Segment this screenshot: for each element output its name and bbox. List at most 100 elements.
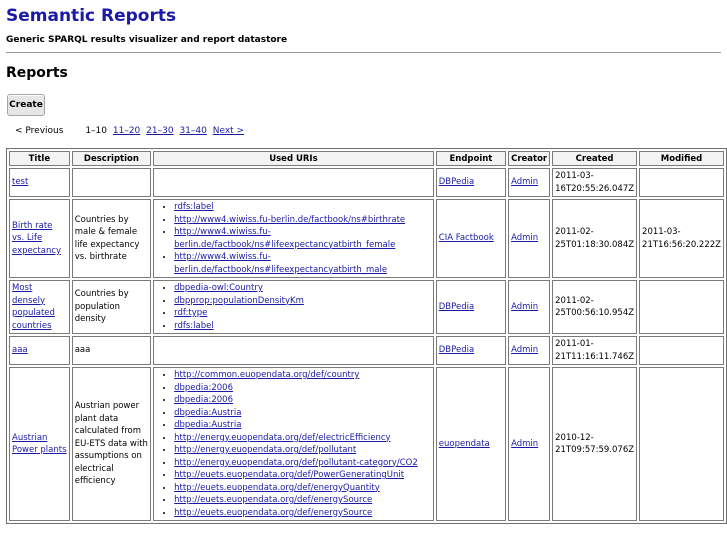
creator-cell: Admin xyxy=(508,367,551,521)
report-title-link[interactable]: Most densely populated countries xyxy=(12,283,55,331)
used-uris-cell: http://common.euopendata.org/def/country… xyxy=(153,367,434,521)
uri-link[interactable]: http://euets.euopendata.org/def/energySo… xyxy=(174,508,372,518)
creator-link[interactable]: Admin xyxy=(511,345,538,355)
column-header-title: Title xyxy=(9,151,70,166)
pagination-link-11-20[interactable]: 11–20 xyxy=(113,126,140,136)
endpoint-link[interactable]: euopendata xyxy=(439,439,490,449)
created-cell: 2011-02-25T01:18:30.084Z xyxy=(552,199,638,278)
report-title-link[interactable]: Birth rate vs. Life expectancy xyxy=(12,221,61,256)
uri-link[interactable]: http://www4.wiwiss.fu-berlin.de/factbook… xyxy=(174,215,405,225)
column-header-creator: Creator xyxy=(508,151,551,166)
uri-link[interactable]: http://common.euopendata.org/def/country xyxy=(174,370,359,380)
endpoint-cell: DBPedia xyxy=(435,280,507,334)
uri-link[interactable]: rdfs:label xyxy=(174,321,214,331)
uri-list: dbpedia-owl:Country dbpprop:populationDen… xyxy=(156,282,431,332)
table-header-row: Title Description Used URIs Endpoint Cre… xyxy=(9,151,724,166)
uri-list-item: http://euets.euopendata.org/def/energyQu… xyxy=(174,482,431,495)
table-row: Austrian Power plants Austrian power plan… xyxy=(9,367,724,521)
creator-cell: Admin xyxy=(508,280,551,334)
uri-link[interactable]: http://www4.wiwiss.fu-berlin.de/factbook… xyxy=(174,252,387,275)
uri-link[interactable]: http://euets.euopendata.org/def/PowerGen… xyxy=(174,470,404,480)
uri-link[interactable]: http://energy.euopendata.org/def/polluta… xyxy=(174,445,356,455)
uri-link[interactable]: dbpprop:populationDensityKm xyxy=(174,296,304,306)
uri-link[interactable]: http://www4.wiwiss.fu-berlin.de/factbook… xyxy=(174,227,395,250)
uri-link[interactable]: dbpedia:Austria xyxy=(174,420,241,430)
creator-link[interactable]: Admin xyxy=(511,177,538,187)
uri-link[interactable]: dbpedia:Austria xyxy=(174,408,241,418)
uri-link[interactable]: dbpedia:2006 xyxy=(174,395,233,405)
create-button[interactable]: Create xyxy=(7,94,45,116)
uri-link[interactable]: dbpedia:2006 xyxy=(174,383,233,393)
uri-list-item: rdfs:label xyxy=(174,320,431,333)
page-title: Reports xyxy=(6,65,68,81)
endpoint-link[interactable]: CIA Factbook xyxy=(439,233,494,243)
header-divider xyxy=(6,52,721,53)
uri-list-item: rdfs:label xyxy=(174,201,431,214)
report-title-link[interactable]: test xyxy=(12,177,28,187)
report-title-cell: Austrian Power plants xyxy=(9,367,70,521)
uri-link[interactable]: http://euets.euopendata.org/def/energyQu… xyxy=(174,483,380,493)
uri-list: http://common.euopendata.org/def/country… xyxy=(156,369,431,519)
uri-list-item: dbpedia:Austria xyxy=(174,419,431,432)
column-header-description: Description xyxy=(71,151,152,166)
used-uris-cell xyxy=(153,336,434,365)
uri-list-item: dbpedia:2006 xyxy=(174,394,431,407)
created-cell: 2011-01-21T11:16:11.746Z xyxy=(552,336,638,365)
table-body: test DBPedia Admin 2011-03-16T20:55:26.047Z… xyxy=(9,168,724,521)
pagination-link-21-30[interactable]: 21–30 xyxy=(146,126,173,136)
creator-cell: Admin xyxy=(508,168,551,197)
report-title-link[interactable]: aaa xyxy=(12,345,28,355)
column-header-created: Created xyxy=(552,151,638,166)
uri-list-item: http://common.euopendata.org/def/country xyxy=(174,369,431,382)
report-title-cell: test xyxy=(9,168,70,197)
report-description-text: Countries by population density xyxy=(74,289,129,325)
used-uris-cell xyxy=(153,168,434,197)
report-description-cell: Countries by male & female life expectan… xyxy=(71,199,152,278)
uri-list-item: http://euets.euopendata.org/def/energySo… xyxy=(174,507,431,520)
endpoint-cell: DBPedia xyxy=(435,336,507,365)
creator-link[interactable]: Admin xyxy=(511,439,538,449)
uri-link[interactable]: rdfs:label xyxy=(174,202,214,212)
report-title-cell: aaa xyxy=(9,336,70,365)
creator-link[interactable]: Admin xyxy=(511,233,538,243)
uri-list-item: rdf:type xyxy=(174,307,431,320)
uri-list-item: dbpedia:Austria xyxy=(174,407,431,420)
report-description-text: aaa xyxy=(74,345,91,356)
reports-table-container: Title Description Used URIs Endpoint Cre… xyxy=(6,148,727,524)
created-cell: 2011-02-25T00:56:10.954Z xyxy=(552,280,638,334)
creator-cell: Admin xyxy=(508,336,551,365)
endpoint-link[interactable]: DBPedia xyxy=(439,302,474,312)
endpoint-cell: CIA Factbook xyxy=(435,199,507,278)
pagination-previous: < Previous xyxy=(15,126,64,136)
table-row: Most densely populated countries Countrie… xyxy=(9,280,724,334)
uri-list-item: http://energy.euopendata.org/def/polluta… xyxy=(174,457,431,470)
uri-list-item: dbpedia-owl:Country xyxy=(174,282,431,295)
uri-link[interactable]: http://energy.euopendata.org/def/electri… xyxy=(174,433,390,443)
created-text: 2011-01-21T11:16:11.746Z xyxy=(555,339,635,362)
pagination-next[interactable]: Next > xyxy=(213,126,244,136)
report-description-cell: aaa xyxy=(71,336,152,365)
modified-cell xyxy=(639,280,724,334)
endpoint-cell: DBPedia xyxy=(435,168,507,197)
endpoint-link[interactable]: DBPedia xyxy=(439,345,474,355)
report-description-cell: Austrian power plant data calculated fro… xyxy=(71,367,152,521)
modified-cell xyxy=(639,336,724,365)
uri-link[interactable]: http://euets.euopendata.org/def/energySo… xyxy=(174,495,372,505)
uri-link[interactable]: dbpedia-owl:Country xyxy=(174,283,263,293)
uri-list-item: http://energy.euopendata.org/def/electri… xyxy=(174,432,431,445)
uri-list-item: http://energy.euopendata.org/def/polluta… xyxy=(174,444,431,457)
pagination-link-31-40[interactable]: 31–40 xyxy=(179,126,206,136)
report-description-cell xyxy=(71,168,152,197)
endpoint-link[interactable]: DBPedia xyxy=(439,177,474,187)
uri-link[interactable]: rdf:type xyxy=(174,308,207,318)
uri-list: rdfs:label http://www4.wiwiss.fu-berlin.d… xyxy=(156,201,431,276)
pagination-current: 1–10 xyxy=(85,126,107,136)
creator-link[interactable]: Admin xyxy=(511,302,538,312)
pagination: < Previous 1–10 11–20 21–30 31–40 Next > xyxy=(15,126,247,136)
report-title-link[interactable]: Austrian Power plants xyxy=(12,433,67,456)
report-title-cell: Most densely populated countries xyxy=(9,280,70,334)
reports-table: Title Description Used URIs Endpoint Cre… xyxy=(6,148,727,524)
table-row: test DBPedia Admin 2011-03-16T20:55:26.047Z xyxy=(9,168,724,197)
column-header-used-uris: Used URIs xyxy=(153,151,434,166)
uri-link[interactable]: http://energy.euopendata.org/def/polluta… xyxy=(174,458,418,468)
